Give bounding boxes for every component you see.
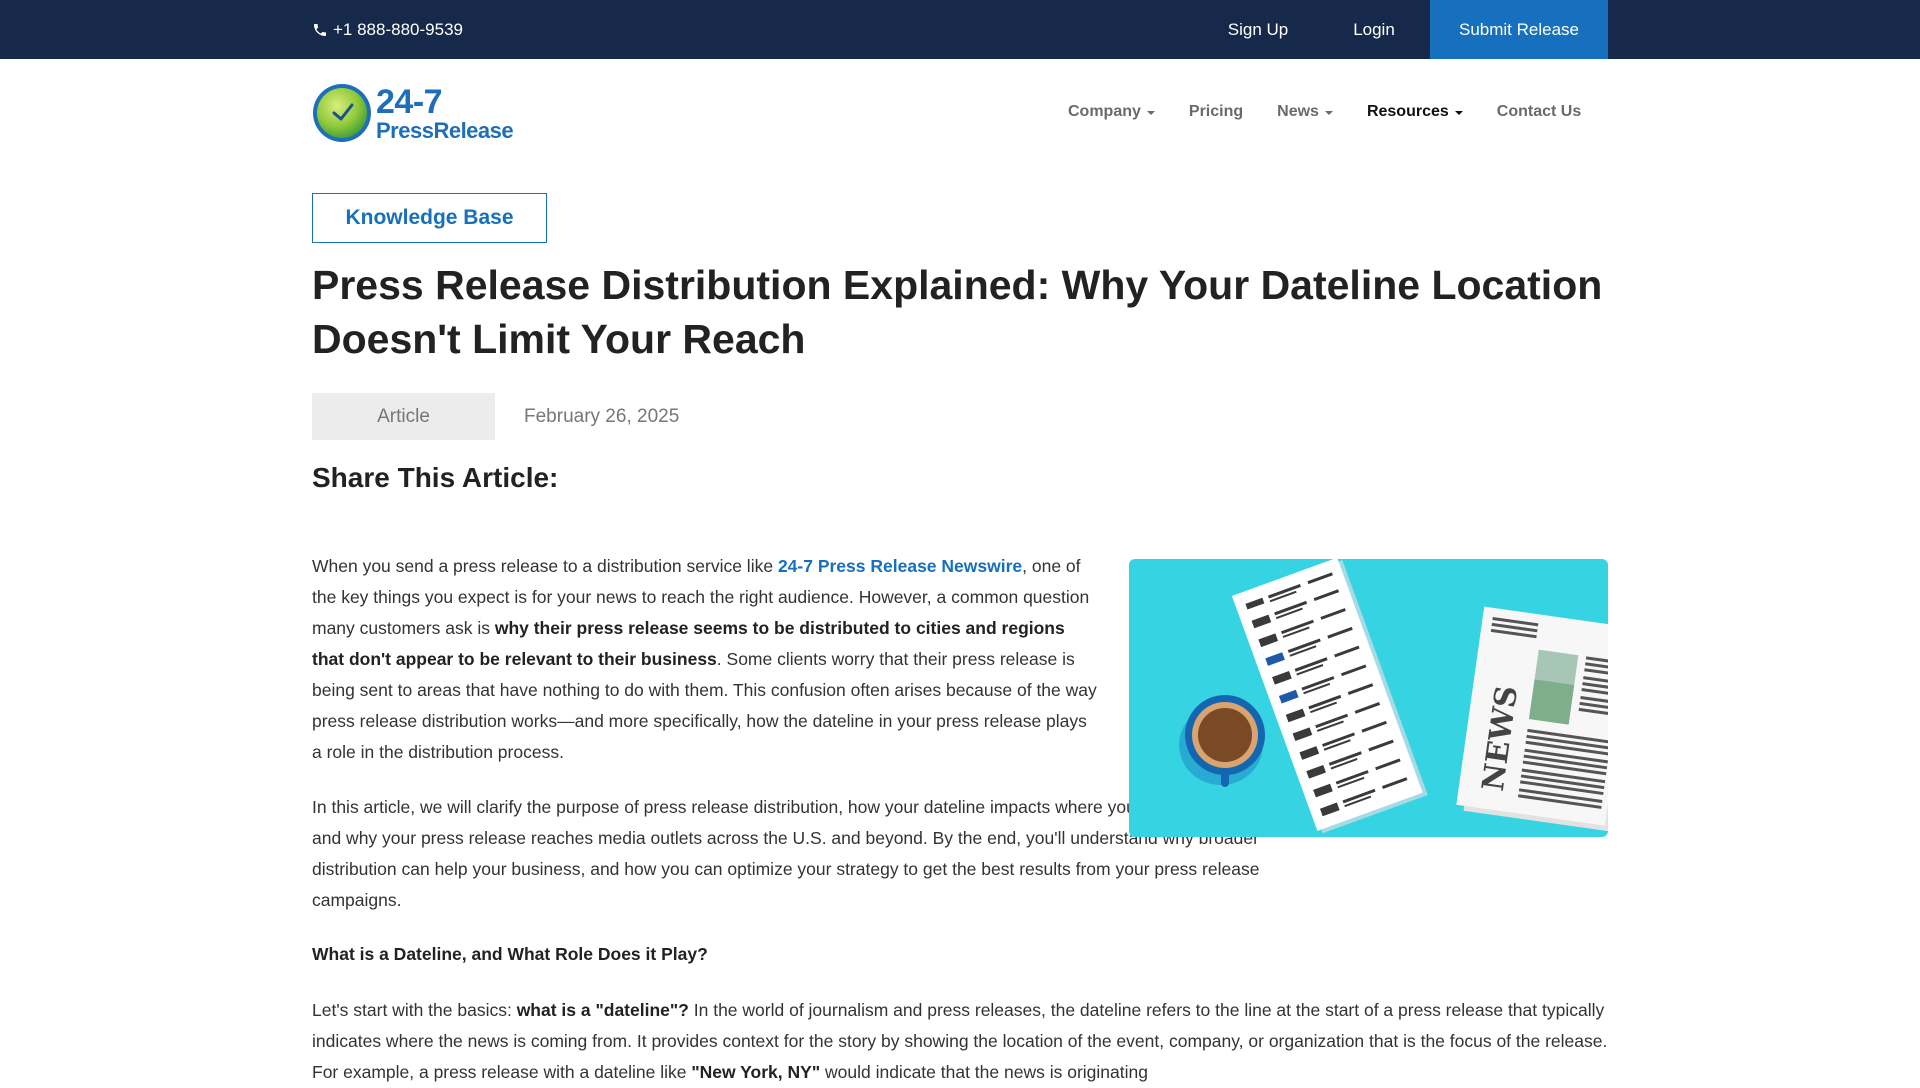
paragraph-dateline: Let's start with the basics: what is a "… [312, 995, 1622, 1088]
login-link[interactable]: Login [1331, 0, 1417, 59]
nav-resources[interactable]: Resources [1367, 103, 1463, 121]
share-heading: Share This Article: [312, 462, 559, 493]
chevron-down-icon [1146, 111, 1155, 115]
logo-text-top: 24-7 [376, 82, 443, 121]
clock-logo-icon [313, 84, 371, 142]
text: would indicate that the news is originat… [820, 1062, 1148, 1082]
nav-news-label: News [1277, 103, 1319, 120]
chevron-down-icon [1324, 111, 1333, 115]
knowledge-base-badge[interactable]: Knowledge Base [312, 193, 547, 243]
nav-news[interactable]: News [1277, 103, 1333, 121]
newswire-link[interactable]: 24-7 Press Release Newswire [778, 556, 1022, 576]
newspaper-icon: NEWS [1456, 606, 1608, 832]
nav-company[interactable]: Company [1068, 103, 1155, 121]
phone-number: +1 888-880-9539 [333, 19, 463, 39]
text: Let's start with the basics: [312, 1000, 517, 1020]
logo-text-bottom: PressRelease [376, 117, 514, 143]
sign-up-link[interactable]: Sign Up [1207, 0, 1309, 59]
main-nav: Company Pricing News Resources Contact U… [1068, 98, 1581, 126]
nav-resources-label: Resources [1366, 103, 1449, 120]
article-title: Press Release Distribution Explained: Wh… [312, 262, 1603, 362]
submit-release-button[interactable]: Submit Release [1430, 0, 1608, 59]
document-icon [1231, 559, 1428, 834]
paragraph-intro: When you send a press release to a distr… [312, 551, 1097, 768]
newspaper-coffee-illustration: NEWS [1179, 559, 1608, 834]
phone-link[interactable]: +1 888-880-9539 [312, 0, 463, 59]
article-illustration: NEWS [1129, 559, 1608, 837]
article-type-badge: Article [312, 393, 495, 440]
nav-contact[interactable]: Contact Us [1497, 103, 1581, 121]
section-heading: What is a Dateline, and What Role Does i… [312, 944, 708, 964]
bold-text: "New York, NY" [691, 1062, 821, 1082]
top-bar: +1 888-880-9539 Sign Up Login Submit Rel… [0, 0, 1920, 59]
bold-text: what is a "dateline"? [516, 1000, 689, 1020]
nav-company-label: Company [1068, 103, 1141, 120]
logo-wordmark: 24-7 PressRelease [376, 82, 514, 143]
coffee-cup-icon [1179, 695, 1265, 787]
article-date: February 26, 2025 [524, 405, 680, 427]
site-logo[interactable]: 24-7 PressRelease [312, 82, 514, 143]
chevron-down-icon [1454, 111, 1463, 115]
phone-icon [314, 23, 326, 36]
text: When you send a press release to a distr… [312, 556, 778, 576]
nav-pricing[interactable]: Pricing [1189, 103, 1243, 121]
